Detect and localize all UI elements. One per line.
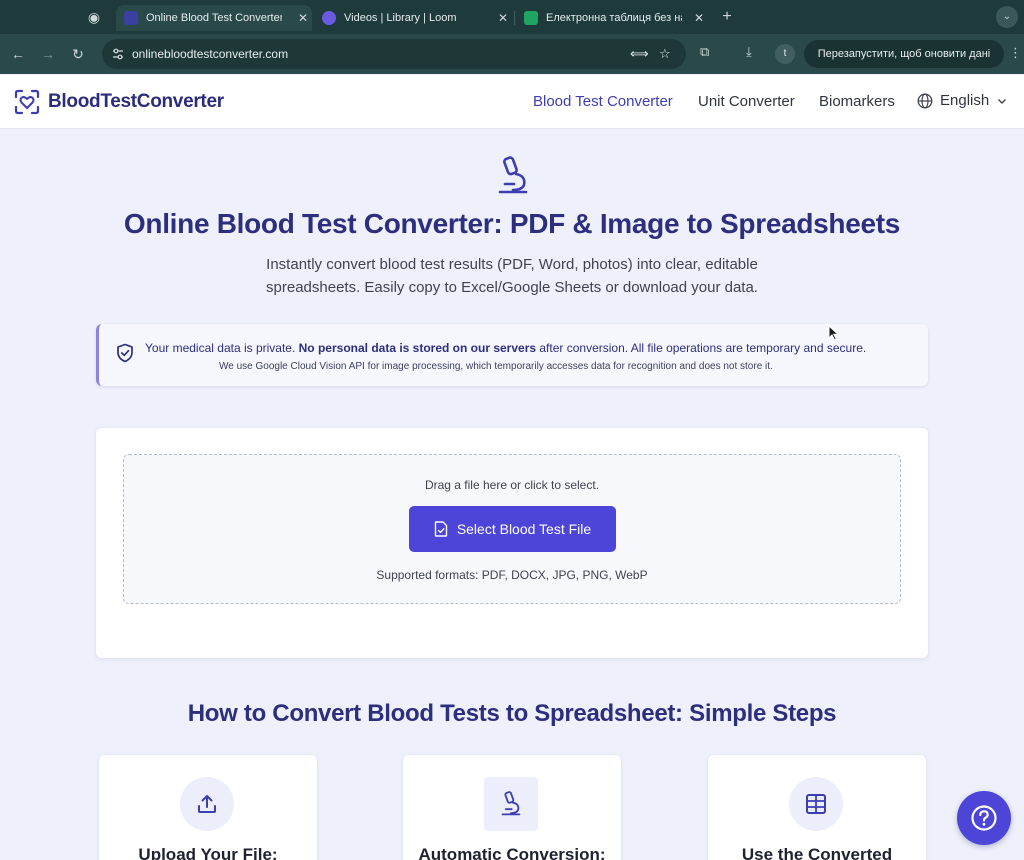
- help-button[interactable]: [957, 791, 1011, 845]
- step-icon-circle: [789, 777, 843, 831]
- question-mark-icon: [971, 805, 997, 831]
- mouse-pointer-icon: [828, 325, 840, 341]
- back-arrow-icon[interactable]: ←: [8, 44, 28, 64]
- upload-icon: [198, 795, 216, 813]
- privacy-tail: after conversion. All file operations ar…: [536, 341, 867, 355]
- site-logo[interactable]: BloodTestConverter: [14, 89, 224, 115]
- nav-blood-test-converter[interactable]: Blood Test Converter: [533, 93, 673, 110]
- close-tab-icon[interactable]: ✕: [498, 11, 508, 25]
- step-card-conversion: Automatic Conversion:: [403, 755, 621, 860]
- microscope-icon: [501, 791, 521, 816]
- step-icon-circle: [180, 777, 234, 831]
- close-tab-icon[interactable]: ✕: [694, 11, 704, 25]
- globe-icon: [917, 93, 933, 108]
- language-label: English: [940, 92, 990, 109]
- privacy-lead: Your medical data is private.: [145, 341, 299, 355]
- tab-search-icon[interactable]: ◉: [84, 7, 104, 27]
- relaunch-to-update-button[interactable]: Перезапустити, щоб оновити дані: [804, 40, 1004, 68]
- tab-title: Електронна таблиця без назви: [546, 12, 682, 24]
- privacy-bold: No personal data is stored on our server…: [298, 341, 537, 355]
- nav-unit-converter[interactable]: Unit Converter: [698, 93, 795, 110]
- page-title: Online Blood Test Converter: PDF & Image…: [123, 208, 901, 239]
- step-title: Use the Converted: [741, 845, 893, 860]
- step-card-use-converted: Use the Converted: [708, 755, 926, 860]
- tab-google-sheets[interactable]: Електронна таблиця без назви ✕: [518, 5, 708, 31]
- loom-favicon-icon: [322, 11, 336, 25]
- browser-tab-bar: ◉ Online Blood Test Converter ✕ Videos |…: [0, 0, 1024, 34]
- shield-check-icon: [117, 343, 133, 363]
- site-settings-icon[interactable]: [112, 48, 124, 60]
- supported-formats: Supported formats: PDF, DOCX, JPG, PNG, …: [376, 568, 648, 582]
- extensions-puzzle-icon[interactable]: ⧉: [700, 44, 709, 60]
- step-card-upload: Upload Your File:: [99, 755, 317, 860]
- file-dropzone[interactable]: Drag a file here or click to select. Sel…: [123, 454, 901, 604]
- privacy-api-note: We use Google Cloud Vision API for image…: [219, 361, 773, 372]
- select-file-button[interactable]: Select Blood Test File: [409, 506, 616, 552]
- step-icon-square: [484, 777, 538, 831]
- tab-title: Videos | Library | Loom: [344, 12, 457, 24]
- site-favicon-icon: [124, 11, 138, 25]
- page-subtitle: Instantly convert blood test results (PD…: [232, 253, 792, 299]
- browser-menu-icon[interactable]: ⋮: [1009, 45, 1022, 61]
- heart-frame-logo-icon: [14, 89, 40, 115]
- forward-arrow-icon[interactable]: →: [38, 44, 58, 64]
- tab-online-blood-test-converter[interactable]: Online Blood Test Converter ✕: [116, 5, 312, 31]
- file-check-icon: [434, 521, 448, 537]
- step-title: Upload Your File:: [138, 845, 278, 860]
- brand-name: BloodTestConverter: [48, 91, 224, 112]
- nav-biomarkers[interactable]: Biomarkers: [819, 93, 895, 110]
- microscope-icon: [498, 156, 528, 194]
- browser-toolbar: ← → ↻ onlinebloodtestconverter.com ⟺ ☆ ⧉…: [0, 34, 1024, 74]
- profile-avatar[interactable]: t: [775, 44, 795, 64]
- tab-title: Online Blood Test Converter: [146, 12, 282, 24]
- subtitle-line-1: Instantly convert blood test results (PD…: [266, 256, 758, 273]
- site-header: BloodTestConverter Blood Test Converter …: [0, 75, 1024, 129]
- new-tab-button[interactable]: +: [717, 7, 737, 27]
- tab-separator: [514, 11, 515, 25]
- reload-icon[interactable]: ↻: [68, 44, 88, 64]
- translate-icon[interactable]: ⟺: [630, 46, 649, 62]
- privacy-notice: Your medical data is private. No persona…: [96, 324, 928, 386]
- select-file-label: Select Blood Test File: [456, 521, 592, 537]
- address-bar[interactable]: onlinebloodtestconverter.com ⟺ ☆: [102, 39, 686, 69]
- download-icon[interactable]: ⤓: [746, 44, 752, 60]
- language-selector[interactable]: English: [917, 92, 1007, 109]
- step-title: Automatic Conversion:: [418, 845, 606, 860]
- url-text: onlinebloodtestconverter.com: [132, 47, 289, 61]
- dropzone-hint: Drag a file here or click to select.: [424, 478, 600, 492]
- table-icon: [806, 794, 826, 814]
- chevron-down-icon: [998, 98, 1007, 104]
- upload-card: Drag a file here or click to select. Sel…: [96, 428, 928, 658]
- privacy-statement: Your medical data is private. No persona…: [145, 341, 866, 355]
- bookmark-star-icon[interactable]: ☆: [659, 46, 671, 62]
- tab-loom-videos[interactable]: Videos | Library | Loom ✕: [316, 5, 512, 31]
- subtitle-line-2: spreadsheets. Easily copy to Excel/Googl…: [266, 279, 758, 296]
- steps-heading: How to Convert Blood Tests to Spreadshee…: [187, 700, 837, 727]
- tab-list-chevron-icon[interactable]: ⌄: [996, 6, 1018, 28]
- close-tab-icon[interactable]: ✕: [298, 11, 308, 25]
- sheets-favicon-icon: [524, 11, 538, 25]
